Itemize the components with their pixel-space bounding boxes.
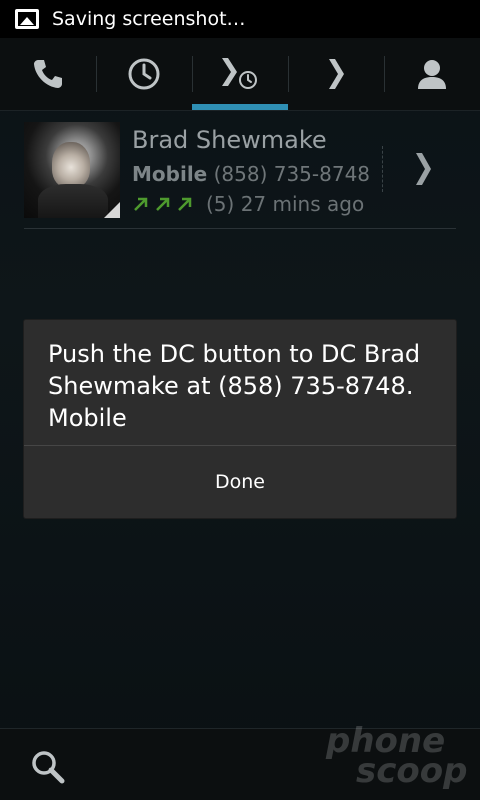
- watermark-logo: phone scoop: [326, 724, 480, 800]
- status-notification-text: Saving screenshot…: [52, 8, 246, 30]
- phone-number: (858) 735-8748: [213, 162, 371, 186]
- call-time-ago: 27 mins ago: [240, 192, 365, 216]
- dialer-screen: Saving screenshot… Brad Shewmake Mobile …: [0, 0, 480, 800]
- chevron-right-icon: [329, 59, 344, 89]
- tab-recent-calls[interactable]: [192, 38, 288, 110]
- done-button[interactable]: Done: [24, 446, 456, 518]
- contact-name: Brad Shewmake: [132, 126, 327, 154]
- search-icon: [32, 751, 65, 784]
- tab-bar: [0, 38, 480, 111]
- tab-phone[interactable]: [0, 38, 96, 110]
- number-type-label: Mobile: [132, 162, 208, 186]
- avatar-badge-corner: [104, 202, 120, 218]
- tab-call-log[interactable]: [96, 38, 192, 110]
- dialog-message: Push the DC button to DC Brad Shewmake a…: [48, 340, 421, 432]
- clock-icon: [128, 58, 160, 90]
- row-divider: [382, 146, 384, 192]
- tab-contacts[interactable]: [384, 38, 480, 110]
- chevron-right-icon: [416, 153, 431, 185]
- search-button[interactable]: [24, 745, 72, 789]
- call-history-line: (5) 27 mins ago: [132, 192, 364, 216]
- person-icon: [418, 60, 446, 89]
- outgoing-call-icon: [178, 197, 192, 211]
- avatar-body: [38, 184, 108, 218]
- avatar-face: [52, 142, 90, 188]
- outgoing-call-icon: [134, 197, 148, 211]
- status-bar: Saving screenshot…: [0, 0, 480, 38]
- call-detail-button[interactable]: [396, 134, 452, 204]
- phone-icon: [34, 60, 62, 88]
- image-icon: [15, 9, 39, 29]
- dc-dialog: Push the DC button to DC Brad Shewmake a…: [24, 320, 456, 518]
- avatar[interactable]: [24, 122, 120, 218]
- call-count: (5): [206, 192, 235, 216]
- call-log-entry[interactable]: Brad Shewmake Mobile (858) 735-8748 (5) …: [24, 120, 456, 229]
- chevron-clock-icon: [222, 58, 257, 89]
- outgoing-call-icon: [156, 197, 170, 211]
- tab-more[interactable]: [288, 38, 384, 110]
- call-type-icons: [132, 195, 194, 213]
- number-line: Mobile (858) 735-8748: [132, 162, 370, 186]
